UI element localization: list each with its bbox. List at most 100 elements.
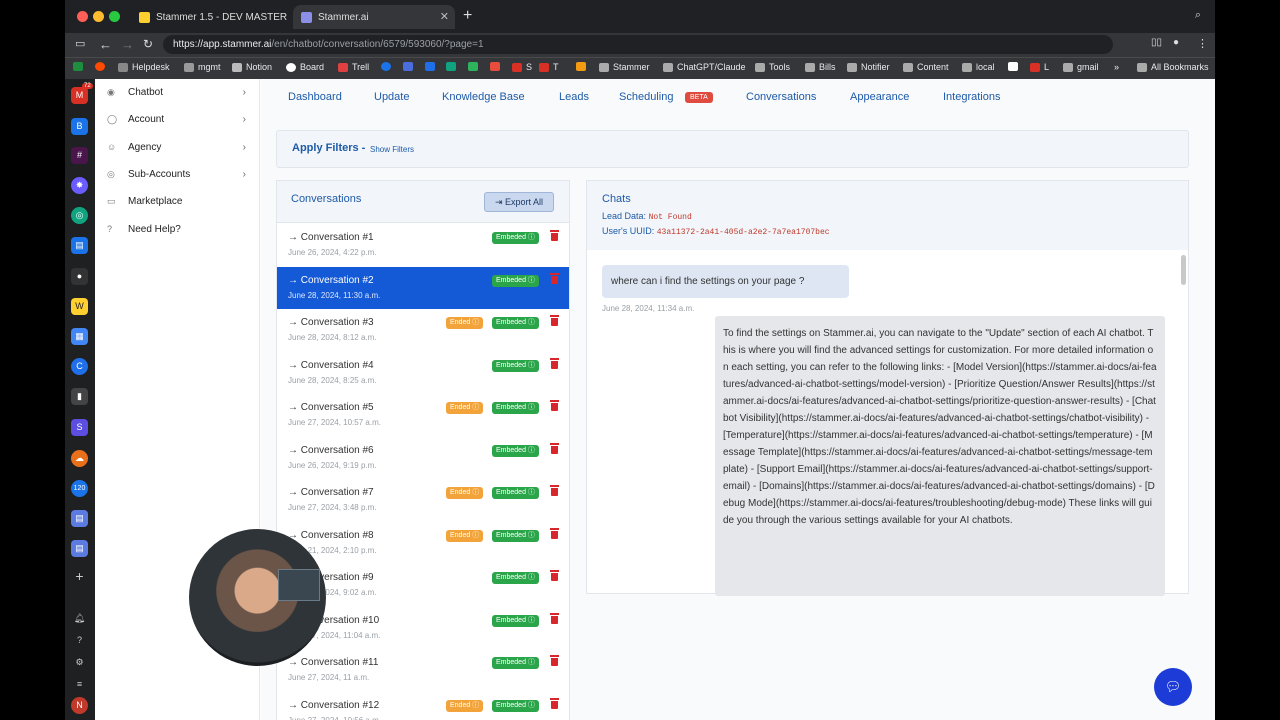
reader-icon[interactable]: ▯▯ xyxy=(1151,37,1162,48)
nav-conversations[interactable]: Conversations xyxy=(746,91,816,103)
conversation-row[interactable]: → Conversation #5 June 27, 2024, 10:57 a.… xyxy=(277,394,569,436)
menu-kebab-icon[interactable]: ⋮ xyxy=(1197,37,1208,50)
app-star-icon[interactable]: ✸ xyxy=(71,177,88,194)
nav-knowledge-base[interactable]: Knowledge Base xyxy=(442,91,525,103)
conversation-row[interactable]: → Conversation #1 June 26, 2024, 4:22 p.m… xyxy=(277,224,569,266)
nav-scheduling[interactable]: Scheduling xyxy=(619,91,673,103)
bookmark-icon-3[interactable] xyxy=(425,62,439,71)
sidebar-item-chatbot[interactable]: ◉ Chatbot › xyxy=(95,81,260,103)
trash-icon[interactable] xyxy=(550,527,559,539)
bookmark-folder-content[interactable]: Content xyxy=(903,62,949,72)
app-120-icon[interactable]: 120 xyxy=(71,480,88,497)
bookmark-board[interactable]: Board xyxy=(286,62,324,72)
app-phone-icon[interactable]: ▮ xyxy=(71,388,88,405)
conversation-row[interactable]: → Conversation #8 June 21, 2024, 2:10 p.m… xyxy=(277,521,569,564)
bookmark-folder-local[interactable]: local xyxy=(962,62,995,72)
conversation-row[interactable]: → Conversation #4 June 28, 2024, 8:25 a.m… xyxy=(277,351,569,394)
trash-icon[interactable] xyxy=(550,400,559,411)
bookmark-helpdesk[interactable]: Helpdesk xyxy=(118,62,170,72)
sidebar-item-need-help[interactable]: ? Need Help? xyxy=(95,218,260,240)
bookmark-icon-4[interactable] xyxy=(446,62,460,71)
list-icon[interactable]: ≡ xyxy=(71,676,88,693)
slack-icon[interactable]: # xyxy=(71,147,88,164)
conversation-row[interactable]: → Conversation #2 June 28, 2024, 11:30 a.… xyxy=(277,266,569,309)
bookmark-gmail-t[interactable]: T xyxy=(539,62,559,72)
bookmark-mgmt[interactable]: mgmt xyxy=(184,62,221,72)
bookmark-zapier[interactable] xyxy=(95,62,109,71)
url-input[interactable]: https://app.stammer.ai/en/chatbot/conver… xyxy=(163,35,1113,54)
bookmark-folder-gmail[interactable]: gmail xyxy=(1063,62,1099,72)
nav-dashboard[interactable]: Dashboard xyxy=(288,91,342,103)
bookmark-icon-2[interactable] xyxy=(403,62,417,71)
miro-app-icon[interactable]: W xyxy=(71,298,88,315)
bookmark-notion[interactable]: Notion xyxy=(232,62,272,72)
bookmark-icon-8[interactable] xyxy=(1008,62,1022,71)
nav-integrations[interactable]: Integrations xyxy=(943,91,1000,103)
trash-icon[interactable] xyxy=(550,485,559,496)
conversation-row[interactable]: → Conversation #6 June 26, 2024, 9:19 p.m… xyxy=(277,436,569,479)
sidebar-item-agency[interactable]: ☺ Agency › xyxy=(95,136,260,158)
new-tab-icon[interactable]: + xyxy=(463,7,472,25)
add-app-icon[interactable]: + xyxy=(71,568,88,585)
conversation-row[interactable]: → Conversation #3 June 28, 2024, 8:12 a.m… xyxy=(277,309,569,351)
gmail-icon[interactable]: M xyxy=(71,87,88,104)
trash-icon[interactable] xyxy=(550,230,559,241)
export-all-button[interactable]: ⇥ Export All xyxy=(484,192,554,212)
bookmark-all-bookmarks[interactable]: All Bookmarks xyxy=(1137,62,1209,72)
sidebar-item-account[interactable]: ◯ Account › xyxy=(95,108,260,130)
app-doc-icon[interactable]: ▤ xyxy=(71,510,88,527)
trash-icon[interactable] xyxy=(550,655,559,666)
chat-widget-button[interactable]: 💬︎ xyxy=(1154,668,1192,706)
chat-scrollbar[interactable] xyxy=(1181,255,1186,285)
bookmark-folder-bills[interactable]: Bills xyxy=(805,62,836,72)
app-cloud-icon[interactable]: ☁ xyxy=(71,450,88,467)
bookmarks-overflow-icon[interactable]: » xyxy=(1114,62,1119,72)
bookmark-folder-chatgpt[interactable]: ChatGPT/Claude xyxy=(663,62,746,72)
trash-icon[interactable] xyxy=(550,612,559,624)
bookmark-icon-6[interactable] xyxy=(490,62,504,71)
app-c-icon[interactable]: C xyxy=(71,358,88,375)
bookmark-trello[interactable]: Trell xyxy=(338,62,369,72)
close-window-button[interactable] xyxy=(77,11,88,22)
browser-tab-stammer[interactable]: Stammer.ai ✕ xyxy=(293,5,455,29)
app-b-icon[interactable]: B xyxy=(71,118,88,135)
trash-icon[interactable] xyxy=(550,272,559,284)
browser-tab-miro[interactable]: Stammer 1.5 - DEV MASTER - Mir xyxy=(131,5,289,29)
back-icon[interactable]: ← xyxy=(99,37,112,52)
docs-icon[interactable]: ▤ xyxy=(71,237,88,254)
reload-icon[interactable]: ↻ xyxy=(143,37,153,51)
nav-leads[interactable]: Leads xyxy=(559,91,589,103)
conversation-row[interactable]: → Conversation #11 June 27, 2024, 11 a.m.… xyxy=(277,649,569,691)
bookmark-icon-5[interactable] xyxy=(468,62,482,71)
github-icon[interactable]: ● xyxy=(71,268,88,285)
sidebar-toggle-icon[interactable]: ▭ xyxy=(75,37,85,50)
bookmark-icon-1[interactable] xyxy=(381,62,395,71)
close-tab-icon[interactable]: ✕ xyxy=(440,10,449,23)
help-icon[interactable]: ? xyxy=(71,632,88,649)
app-doc2-icon[interactable]: ▤ xyxy=(71,540,88,557)
sidebar-item-sub-accounts[interactable]: ◎ Sub-Accounts › xyxy=(95,163,260,185)
app-calendar-icon[interactable]: ▦ xyxy=(71,328,88,345)
chatgpt-icon[interactable]: ◎ xyxy=(71,207,88,224)
bookmark-folder-stammer[interactable]: Stammer xyxy=(599,62,650,72)
trash-icon[interactable] xyxy=(550,697,559,709)
zoom-window-button[interactable] xyxy=(109,11,120,22)
show-filters-link[interactable]: Show Filters xyxy=(370,145,414,154)
conversation-row[interactable]: → Conversation #7 June 27, 2024, 3:48 p.m… xyxy=(277,479,569,521)
trash-icon[interactable] xyxy=(550,357,559,369)
bell-icon[interactable]: 🔔︎ xyxy=(71,610,88,627)
forward-icon[interactable]: → xyxy=(121,37,134,52)
gear-icon[interactable]: ⚙ xyxy=(71,654,88,671)
trash-icon[interactable] xyxy=(550,570,559,581)
bookmark-folder-tools[interactable]: Tools xyxy=(755,62,790,72)
trash-icon[interactable] xyxy=(550,315,559,326)
tab-search-icon[interactable]: ⌕ xyxy=(1195,9,1201,22)
bookmark-l[interactable]: L xyxy=(1030,62,1049,72)
trash-icon[interactable] xyxy=(550,442,559,454)
avatar[interactable]: N xyxy=(71,697,88,714)
sidebar-item-marketplace[interactable]: ▭ Marketplace xyxy=(95,190,260,212)
conversation-row[interactable]: → Conversation #12 June 27, 2024, 10:56 a… xyxy=(277,691,569,720)
app-s-icon[interactable]: S xyxy=(71,419,88,436)
bookmark-icon-7[interactable] xyxy=(576,62,590,71)
bookmark-sheets[interactable] xyxy=(73,62,87,71)
